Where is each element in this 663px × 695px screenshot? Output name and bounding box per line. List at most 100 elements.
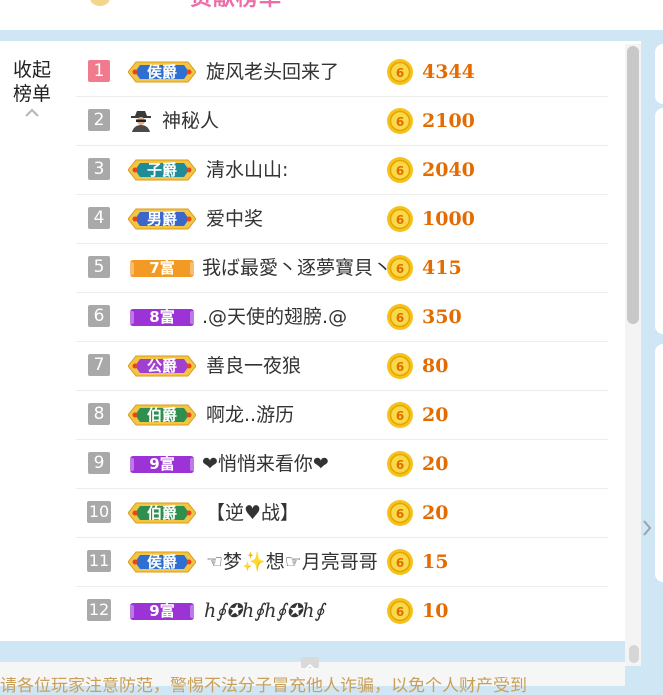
- chevron-up-icon: [25, 108, 39, 117]
- chevron-right-icon[interactable]: [641, 518, 653, 538]
- ranking-row[interactable]: 11 侯爵 ☜梦✨想☞月亮哥哥 6 15: [76, 538, 608, 587]
- user-name[interactable]: 清水山山:: [206, 157, 288, 183]
- badge-label: 8富: [149, 308, 175, 326]
- ranking-row[interactable]: 9 9富 ❤悄悄来看你❤ 6 20: [76, 440, 608, 489]
- rank-number: 4: [88, 207, 110, 229]
- contribution-amount: 415: [422, 257, 462, 279]
- ranking-row[interactable]: 3 子爵 清水山山: 6 2040: [76, 146, 608, 195]
- collapse-label: 收起 榜单: [12, 59, 51, 105]
- noble-title-badge: 侯爵: [128, 550, 196, 574]
- wealth-level-badge: 7富: [128, 256, 196, 280]
- contribution-amount: 2040: [422, 159, 475, 181]
- contribution-amount: 350: [422, 306, 462, 328]
- badge-label: 伯爵: [146, 406, 177, 424]
- expand-handle[interactable]: [301, 657, 319, 670]
- rank-number: 6: [88, 305, 110, 327]
- noble-title-badge: 伯爵: [128, 501, 196, 525]
- rank-number: 11: [87, 550, 111, 572]
- side-panel-card: [655, 108, 663, 334]
- badge-label: 侯爵: [146, 63, 177, 81]
- wealth-level-badge: 9富: [128, 452, 196, 476]
- scrollbar-lower-handle[interactable]: [629, 645, 639, 663]
- ranking-row[interactable]: 12 9富 ℎ∮✪ℎ∮ℎ∮✪ℎ∮ 6 10: [76, 587, 608, 635]
- badge-label: 侯爵: [146, 553, 177, 571]
- user-name[interactable]: 【逆♥战】: [206, 500, 299, 526]
- rank-number: 7: [88, 354, 110, 376]
- svg-text:6: 6: [396, 360, 404, 374]
- badge-label: 9富: [149, 602, 175, 620]
- ranking-row[interactable]: 6 8富 .@天使的翅膀.@ 6 350: [76, 293, 608, 342]
- rank-number: 5: [88, 256, 110, 278]
- contribution-amount: 20: [422, 453, 449, 475]
- top-header-strip: 贡献榜单: [0, 0, 663, 30]
- coin-icon: 6: [387, 108, 413, 134]
- svg-text:6: 6: [396, 311, 404, 325]
- ranking-row[interactable]: 5 7富 我ば最愛丶逐夢寶貝丶 6 415: [76, 244, 608, 293]
- svg-text:6: 6: [396, 66, 404, 80]
- coin-icon: 6: [387, 59, 413, 85]
- coin-icon: 6: [387, 304, 413, 330]
- side-panel-card: [655, 344, 663, 582]
- header-decoration-icon: [90, 0, 110, 6]
- chevron-up-icon: [305, 663, 315, 670]
- contribution-amount: 10: [422, 600, 449, 622]
- contribution-amount: 20: [422, 404, 449, 426]
- user-name[interactable]: 神秘人: [162, 108, 219, 134]
- spy-icon: [131, 111, 151, 132]
- contribution-amount: 2100: [422, 110, 475, 132]
- ranking-row[interactable]: 10 伯爵 【逆♥战】 6 20: [76, 489, 608, 538]
- svg-text:6: 6: [396, 409, 404, 423]
- contribution-amount: 1000: [422, 208, 475, 230]
- ranking-row[interactable]: 4 男爵 爱中奖 6 1000: [76, 195, 608, 244]
- svg-text:6: 6: [396, 458, 404, 472]
- user-name[interactable]: 善良一夜狼: [206, 353, 301, 379]
- noble-title-badge: 公爵: [128, 354, 196, 378]
- user-name[interactable]: 爱中奖: [206, 206, 263, 232]
- user-name[interactable]: 旋风老头回来了: [206, 59, 339, 85]
- user-name[interactable]: 我ば最愛丶逐夢寶貝丶: [202, 255, 392, 281]
- rank-number: 1: [88, 60, 110, 82]
- ranking-row[interactable]: 7 公爵 善良一夜狼 6 80: [76, 342, 608, 391]
- user-name[interactable]: .@天使的翅膀.@: [202, 304, 347, 330]
- noble-title-badge: 伯爵: [128, 403, 196, 427]
- coin-icon: 6: [387, 157, 413, 183]
- badge-label: 男爵: [146, 210, 177, 228]
- header-title-fragment: 贡献榜单: [190, 0, 282, 12]
- wealth-level-badge: 9富: [128, 599, 196, 623]
- coin-icon: 6: [387, 353, 413, 379]
- rank-number: 2: [88, 109, 110, 131]
- user-name[interactable]: ☜梦✨想☞月亮哥哥: [206, 549, 378, 575]
- user-name[interactable]: ℎ∮✪ℎ∮ℎ∮✪ℎ∮: [204, 598, 324, 624]
- coin-icon: 6: [387, 206, 413, 232]
- noble-title-badge: 子爵: [128, 158, 196, 182]
- coin-icon: 6: [387, 255, 413, 281]
- coin-icon: 6: [387, 549, 413, 575]
- coin-icon: 6: [387, 402, 413, 428]
- svg-text:6: 6: [396, 556, 404, 570]
- contribution-amount: 20: [422, 502, 449, 524]
- badge-label: 公爵: [146, 357, 177, 375]
- svg-text:6: 6: [396, 507, 404, 521]
- coin-icon: 6: [387, 500, 413, 526]
- ranking-list: 1 侯爵 旋风老头回来了 6 4344 2 神秘人 6 2100 3 子爵 清水山山: 6 2040 4 男爵…: [76, 48, 608, 635]
- contribution-amount: 80: [422, 355, 449, 377]
- svg-text:6: 6: [396, 262, 404, 276]
- ranking-row[interactable]: 1 侯爵 旋风老头回来了 6 4344: [76, 48, 608, 97]
- rank-number: 9: [88, 452, 110, 474]
- svg-text:6: 6: [396, 213, 404, 227]
- ranking-row[interactable]: 2 神秘人 6 2100: [76, 97, 608, 146]
- collapse-ranking-button[interactable]: 收起 榜单: [6, 58, 58, 117]
- rank-number: 8: [88, 403, 110, 425]
- badge-label: 7富: [149, 259, 175, 277]
- user-name[interactable]: ❤悄悄来看你❤: [202, 451, 329, 477]
- svg-text:6: 6: [396, 164, 404, 178]
- badge-label: 9富: [149, 455, 175, 473]
- scrollbar-thumb[interactable]: [627, 46, 639, 324]
- badge-label: 伯爵: [146, 504, 177, 522]
- side-panel-card: [655, 44, 663, 104]
- user-name[interactable]: 啊龙..游历: [206, 402, 294, 428]
- ranking-row[interactable]: 8 伯爵 啊龙..游历 6 20: [76, 391, 608, 440]
- svg-text:6: 6: [396, 115, 404, 129]
- contribution-amount: 4344: [422, 61, 475, 83]
- coin-icon: 6: [387, 451, 413, 477]
